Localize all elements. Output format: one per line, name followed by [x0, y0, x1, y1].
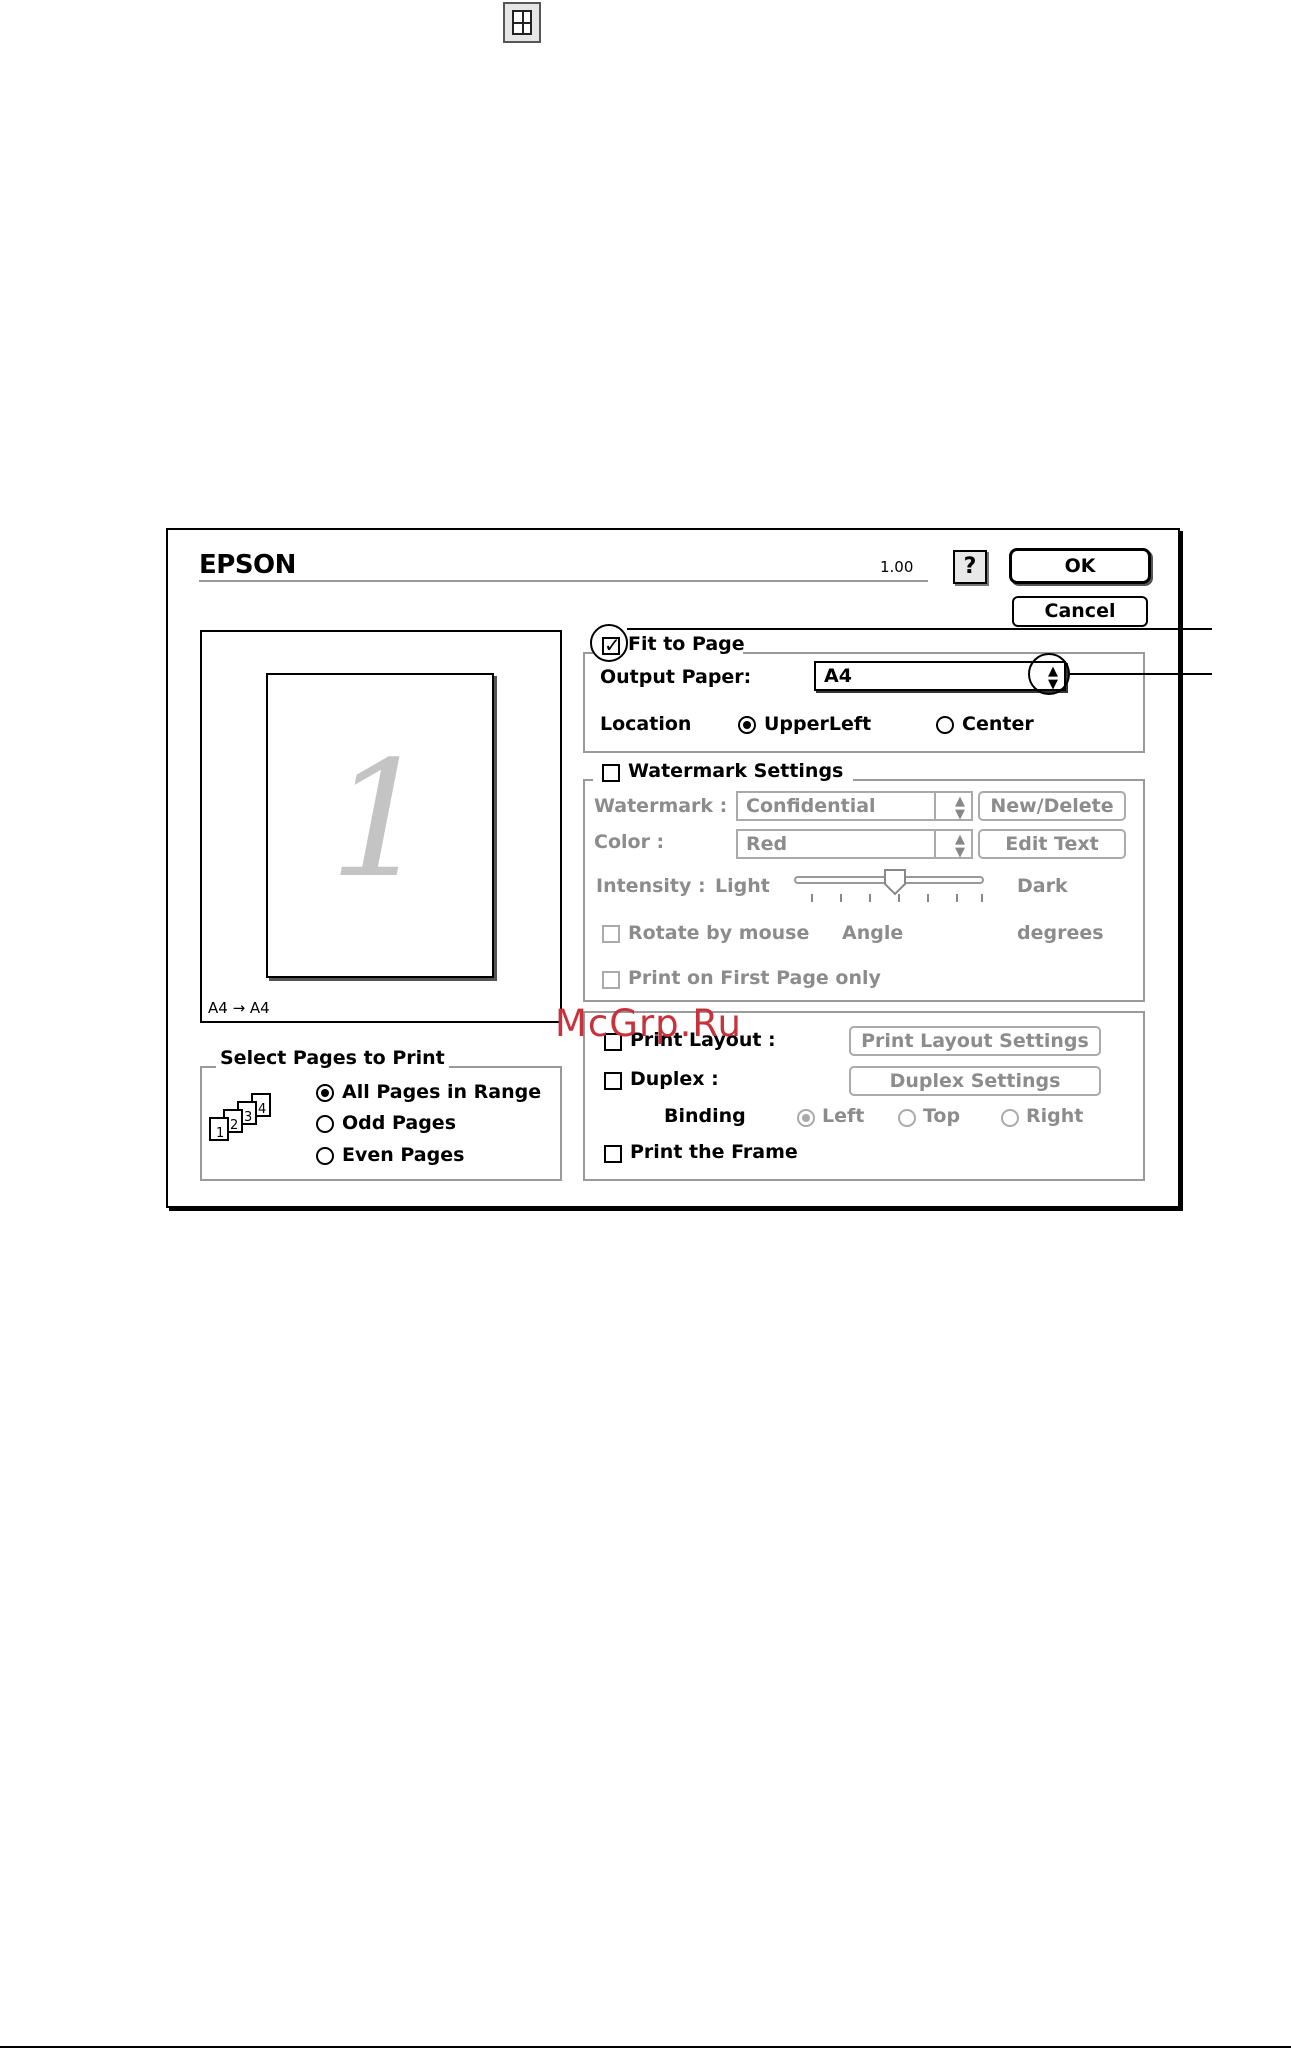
page-stack-icon: 1 2 3 4: [209, 1093, 271, 1141]
color-value: Red: [746, 833, 788, 855]
print-frame-checkbox[interactable]: [604, 1145, 622, 1163]
help-button[interactable]: ?: [953, 550, 987, 584]
binding-left-radio[interactable]: [797, 1109, 815, 1127]
intensity-label: Intensity :: [596, 875, 706, 897]
intensity-dark-label: Dark: [1017, 875, 1068, 897]
first-page-only-checkbox[interactable]: [602, 971, 620, 989]
stack-label-1: 1: [216, 1126, 224, 1141]
all-pages-label: All Pages in Range: [342, 1081, 542, 1103]
callout-line-fit-to-page: [627, 628, 1212, 630]
color-select[interactable]: Red ▲ ▼: [736, 829, 973, 859]
header-divider: [199, 580, 928, 582]
duplex-settings-button[interactable]: Duplex Settings: [849, 1066, 1101, 1096]
callout-circle-output-paper: [1028, 653, 1070, 695]
angle-label: Angle: [842, 922, 904, 944]
location-upperleft-label: UpperLeft: [764, 713, 872, 735]
location-center-label: Center: [962, 713, 1034, 735]
edit-text-button[interactable]: Edit Text: [978, 829, 1126, 859]
binding-label: Binding: [664, 1105, 746, 1127]
binding-top-label: Top: [923, 1105, 961, 1127]
binding-top-radio[interactable]: [898, 1109, 916, 1127]
popup-arrows-icon: ▲ ▼: [955, 794, 965, 822]
intensity-light-label: Light: [715, 875, 770, 897]
degrees-label: degrees: [1017, 922, 1104, 944]
odd-pages-label: Odd Pages: [342, 1112, 456, 1134]
duplex-label: Duplex :: [630, 1068, 719, 1090]
print-frame-label: Print the Frame: [630, 1141, 798, 1163]
location-label: Location: [600, 713, 692, 735]
stack-label-3: 3: [244, 1110, 252, 1125]
bottom-rule: [0, 2046, 1291, 2048]
watermark-value: Confidential: [746, 795, 876, 817]
duplex-checkbox[interactable]: [604, 1072, 622, 1090]
version-label: 1.00: [880, 558, 914, 576]
watermark-settings-label: Watermark Settings: [628, 760, 844, 782]
callout-circle-fit-to-page: [590, 624, 628, 662]
new-delete-button[interactable]: New/Delete: [978, 791, 1126, 821]
output-paper-label: Output Paper:: [600, 666, 752, 688]
fit-to-page-label: Fit to Page: [628, 633, 745, 655]
preview-page-number: 1: [329, 726, 431, 913]
brand-logo: EPSON: [199, 550, 296, 580]
output-paper-value: A4: [824, 665, 852, 687]
ok-button[interactable]: OK: [1009, 548, 1151, 584]
color-label: Color :: [594, 831, 665, 853]
location-center-radio[interactable]: [936, 716, 954, 734]
even-pages-radio[interactable]: [316, 1147, 334, 1165]
paper-mapping-label: A4 → A4: [208, 999, 270, 1017]
watermark-settings-checkbox[interactable]: [602, 764, 620, 782]
stack-label-2: 2: [230, 1118, 238, 1133]
page-layout-icon: [503, 2, 541, 43]
first-page-only-label: Print on First Page only: [628, 967, 881, 989]
watermark-label: Watermark :: [594, 795, 728, 817]
binding-right-radio[interactable]: [1001, 1109, 1019, 1127]
intensity-slider[interactable]: [792, 866, 988, 906]
site-watermark: McGrp.Ru: [555, 1002, 742, 1045]
location-upperleft-radio[interactable]: [738, 716, 756, 734]
rotate-by-mouse-checkbox[interactable]: [602, 925, 620, 943]
binding-right-label: Right: [1026, 1105, 1084, 1127]
rotate-by-mouse-label: Rotate by mouse: [628, 922, 810, 944]
callout-line-output-paper: [1069, 673, 1212, 675]
cancel-button[interactable]: Cancel: [1012, 596, 1148, 627]
all-pages-radio[interactable]: [316, 1084, 334, 1102]
even-pages-label: Even Pages: [342, 1144, 465, 1166]
binding-left-label: Left: [822, 1105, 865, 1127]
watermark-select[interactable]: Confidential ▲ ▼: [736, 791, 973, 821]
print-layout-settings-button[interactable]: Print Layout Settings: [849, 1026, 1101, 1056]
select-pages-title: Select Pages to Print: [216, 1047, 449, 1069]
odd-pages-radio[interactable]: [316, 1115, 334, 1133]
stack-label-4: 4: [258, 1102, 266, 1117]
popup-arrows-icon: ▲ ▼: [955, 832, 965, 860]
